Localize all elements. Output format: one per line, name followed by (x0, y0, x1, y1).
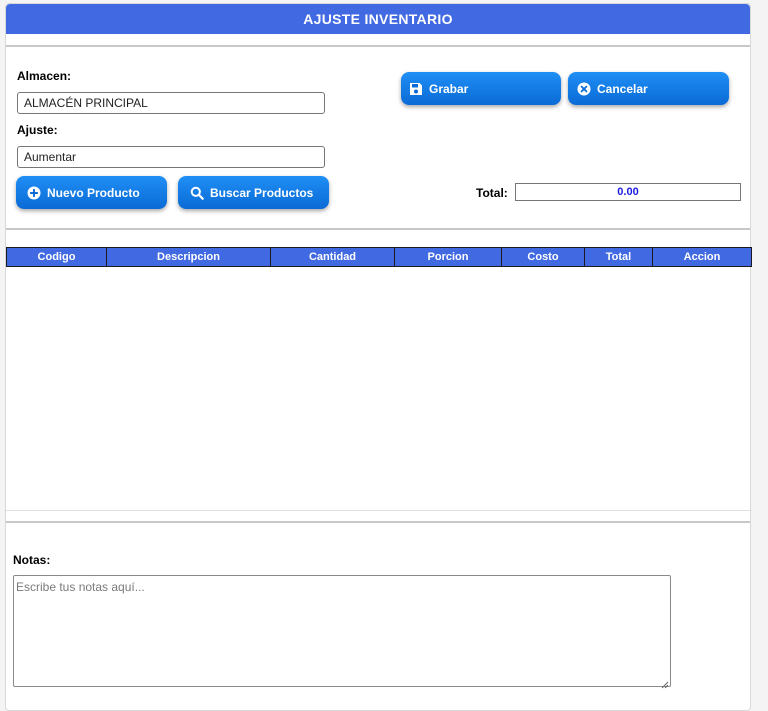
page-title: AJUSTE INVENTARIO (6, 4, 750, 34)
ajuste-inventario-window: AJUSTE INVENTARIO Almacen: ALMACÉN PRINC… (5, 3, 752, 711)
grabar-label: Grabar (429, 81, 469, 96)
total-label: Total: (476, 186, 508, 200)
column-header-cantidad: Cantidad (271, 248, 395, 266)
buscar-productos-label: Buscar Productos (210, 185, 314, 200)
resize-grip-icon[interactable] (660, 676, 669, 689)
cancelar-label: Cancelar (597, 81, 648, 96)
close-circle-icon (577, 82, 591, 96)
ajuste-label: Ajuste: (17, 123, 58, 137)
total-value: 0.00 (515, 183, 741, 201)
products-table: Codigo Descripcion Cantidad Porcion Cost… (6, 247, 752, 511)
column-header-porcion: Porcion (395, 248, 502, 266)
table-body (6, 267, 752, 509)
buscar-productos-button[interactable]: Buscar Productos (178, 176, 329, 209)
column-header-codigo: Codigo (7, 248, 107, 266)
column-header-accion: Accion (683, 251, 721, 263)
middle-divider (6, 228, 750, 230)
almacen-field[interactable]: ALMACÉN PRINCIPAL (17, 92, 325, 114)
ajuste-field[interactable]: Aumentar (17, 146, 325, 168)
bottom-divider (6, 521, 750, 523)
top-divider (6, 45, 750, 47)
nuevo-producto-label: Nuevo Producto (47, 185, 140, 200)
grabar-button[interactable]: Grabar (401, 72, 561, 105)
search-icon (190, 186, 204, 200)
save-icon (409, 82, 423, 96)
notas-label: Notas: (13, 553, 51, 567)
almacen-label: Almacen: (17, 69, 72, 83)
column-header-costo: Costo (502, 248, 585, 266)
plus-circle-icon (27, 186, 41, 200)
nuevo-producto-button[interactable]: Nuevo Producto (16, 176, 167, 209)
column-header-descripcion: Descripcion (107, 248, 271, 266)
table-header: Codigo Descripcion Cantidad Porcion Cost… (6, 247, 752, 267)
cancelar-button[interactable]: Cancelar (568, 72, 729, 105)
column-header-total: Total (585, 248, 653, 266)
notas-textarea[interactable]: Escribe tus notas aquí... (13, 575, 671, 687)
